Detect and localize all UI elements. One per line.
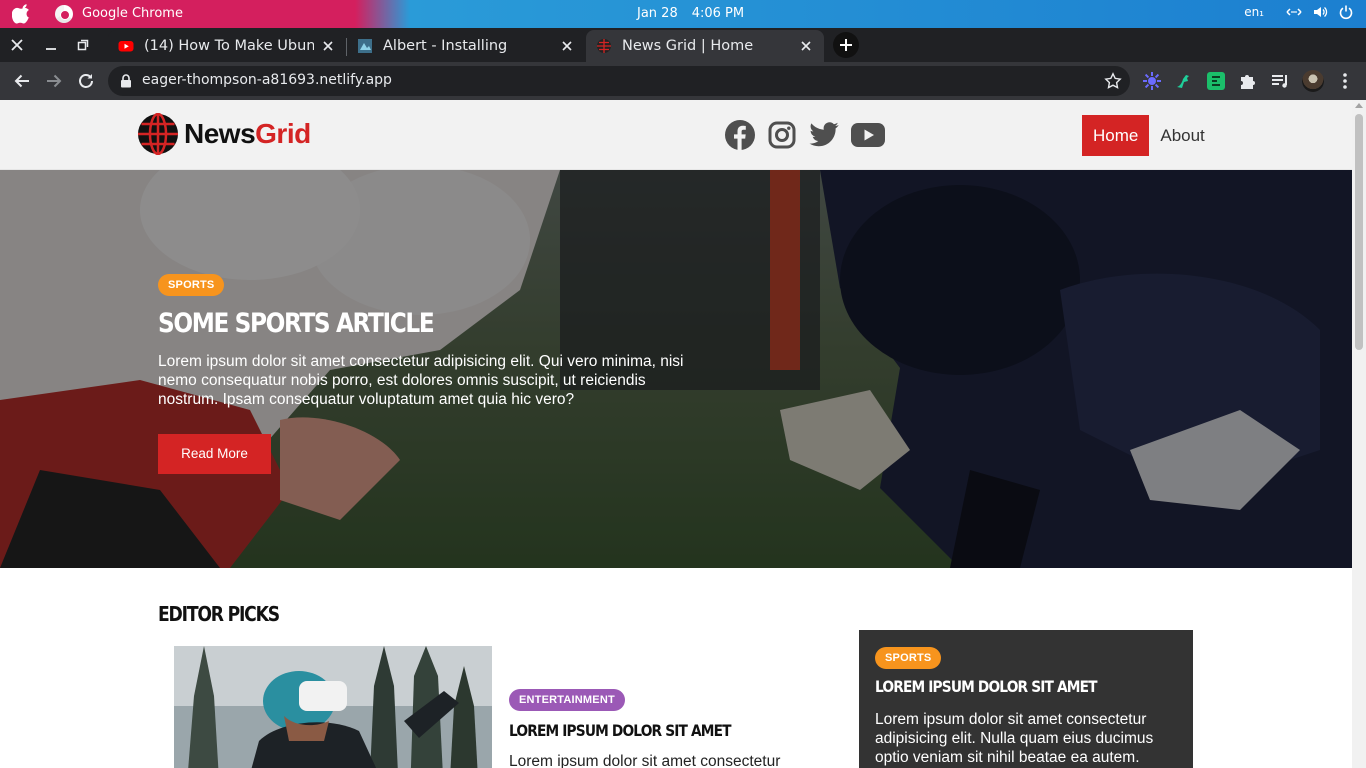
main-nav: Home About: [1082, 115, 1216, 156]
close-icon: [323, 41, 333, 51]
network-icon[interactable]: [1286, 4, 1302, 20]
instagram-link[interactable]: [766, 119, 798, 151]
os-top-bar: Google Chrome Jan 28 4:06 PM en₁: [0, 0, 1366, 28]
bookmark-star-icon[interactable]: [1104, 72, 1122, 90]
article-title[interactable]: Lorem ipsum dolor sit amet: [509, 721, 767, 740]
tab-youtube[interactable]: (14) How To Make Ubuntu: [108, 30, 346, 62]
time-label: 4:06 PM: [691, 6, 745, 21]
gear-extension-icon[interactable]: [1142, 71, 1162, 91]
tab-title: News Grid | Home: [622, 38, 754, 54]
category-badge[interactable]: Entertainment: [509, 689, 625, 711]
browser-toolbar: eager-thompson-a81693.netlify.app: [0, 62, 1366, 100]
close-icon: [562, 41, 572, 51]
hero-content: Sports Some Sports Article Lorem ipsum d…: [158, 273, 698, 474]
read-more-button[interactable]: Read More: [158, 434, 271, 474]
clock[interactable]: Jan 28 4:06 PM: [637, 6, 744, 21]
article-excerpt: Lorem ipsum dolor sit amet consectetur a…: [875, 711, 1154, 766]
tab-albert[interactable]: Albert - Installing: [347, 30, 585, 62]
scroll-up-arrow-icon[interactable]: [1355, 103, 1363, 108]
hero-title: Some Sports Article: [158, 308, 435, 339]
site-header: NewsGrid Home About: [0, 100, 1352, 170]
close-icon: [801, 41, 811, 51]
browser-tab-strip: (14) How To Make Ubuntu Albert - Install…: [0, 28, 1366, 62]
nav-about-link[interactable]: About: [1149, 115, 1215, 156]
tab-close-button[interactable]: [559, 38, 575, 54]
vr-headset-image[interactable]: [174, 646, 492, 768]
lock-icon[interactable]: [120, 74, 132, 88]
newsgrid-icon: [597, 39, 611, 53]
youtube-link[interactable]: [850, 119, 886, 151]
facebook-icon: [725, 120, 755, 150]
system-tray: en₁: [1244, 4, 1354, 20]
apple-icon[interactable]: [12, 4, 32, 24]
albert-icon: [358, 39, 372, 53]
close-icon: [11, 39, 23, 51]
youtube-icon: [851, 123, 885, 147]
brand-name-part1: News: [184, 118, 256, 149]
window-restore-button[interactable]: [68, 28, 98, 62]
minimize-icon: [46, 48, 56, 50]
bird-extension-icon[interactable]: [1174, 71, 1194, 91]
category-badge[interactable]: Sports: [158, 274, 225, 296]
address-bar[interactable]: eager-thompson-a81693.netlify.app: [108, 66, 1130, 96]
globe-logo-icon: [138, 113, 178, 155]
site-logo[interactable]: NewsGrid: [137, 112, 311, 156]
page-scrollbar[interactable]: [1352, 100, 1366, 768]
social-links: [724, 119, 886, 151]
section-title: Editor Picks: [158, 602, 280, 626]
article-card: Entertainment Lorem ipsum dolor sit amet…: [509, 688, 809, 768]
nav-home-link[interactable]: Home: [1082, 115, 1150, 156]
chrome-icon: [55, 5, 73, 23]
tab-close-button[interactable]: [320, 38, 336, 54]
tab-news-grid[interactable]: News Grid | Home: [586, 30, 824, 62]
tab-title: Albert - Installing: [383, 38, 508, 54]
power-icon[interactable]: [1338, 4, 1354, 20]
new-tab-button[interactable]: [833, 32, 859, 58]
article-excerpt: Lorem ipsum dolor sit amet consectetur: [509, 753, 781, 768]
facebook-link[interactable]: [724, 119, 756, 151]
window-close-button[interactable]: [2, 28, 32, 62]
web-page: NewsGrid Home About SPORTS SOME SPORTS A…: [0, 100, 1352, 768]
reload-icon: [79, 74, 93, 88]
language-indicator[interactable]: en₁: [1244, 5, 1264, 19]
twitter-icon: [809, 122, 839, 147]
green-extension-icon[interactable]: [1206, 71, 1226, 91]
active-app-name[interactable]: Google Chrome: [82, 6, 183, 21]
article-title[interactable]: Lorem ipsum dolor sit amet: [875, 677, 1135, 696]
puzzle-icon[interactable]: [1238, 71, 1258, 91]
brand-name: NewsGrid: [184, 118, 311, 150]
url-text[interactable]: eager-thompson-a81693.netlify.app: [142, 72, 392, 88]
brand-name-part2: Grid: [255, 118, 311, 149]
youtube-icon: [118, 41, 134, 52]
forward-button[interactable]: [42, 69, 66, 93]
tab-close-button[interactable]: [798, 38, 814, 54]
instagram-icon: [768, 121, 796, 149]
arrow-left-icon: [14, 74, 29, 88]
restore-icon: [77, 39, 89, 51]
queue-icon[interactable]: [1270, 71, 1290, 91]
tab-title: (14) How To Make Ubuntu: [144, 38, 314, 54]
date-label: Jan 28: [637, 6, 678, 21]
category-badge[interactable]: Sports: [875, 647, 942, 669]
hero-section: Sports Some Sports Article Lorem ipsum d…: [0, 170, 1352, 568]
twitter-link[interactable]: [808, 119, 840, 151]
back-button[interactable]: [10, 69, 34, 93]
profile-avatar[interactable]: [1302, 70, 1324, 92]
plus-icon: [840, 39, 852, 51]
hero-description: Lorem ipsum dolor sit amet consectetur a…: [158, 353, 684, 408]
scrollbar-thumb[interactable]: [1355, 114, 1363, 350]
featured-side-card: Sports Lorem ipsum dolor sit amet Lorem …: [859, 630, 1193, 768]
kebab-menu-icon[interactable]: [1335, 71, 1355, 91]
reload-button[interactable]: [74, 69, 98, 93]
window-minimize-button[interactable]: [36, 28, 66, 62]
arrow-right-icon: [47, 74, 62, 88]
volume-icon[interactable]: [1312, 4, 1328, 20]
